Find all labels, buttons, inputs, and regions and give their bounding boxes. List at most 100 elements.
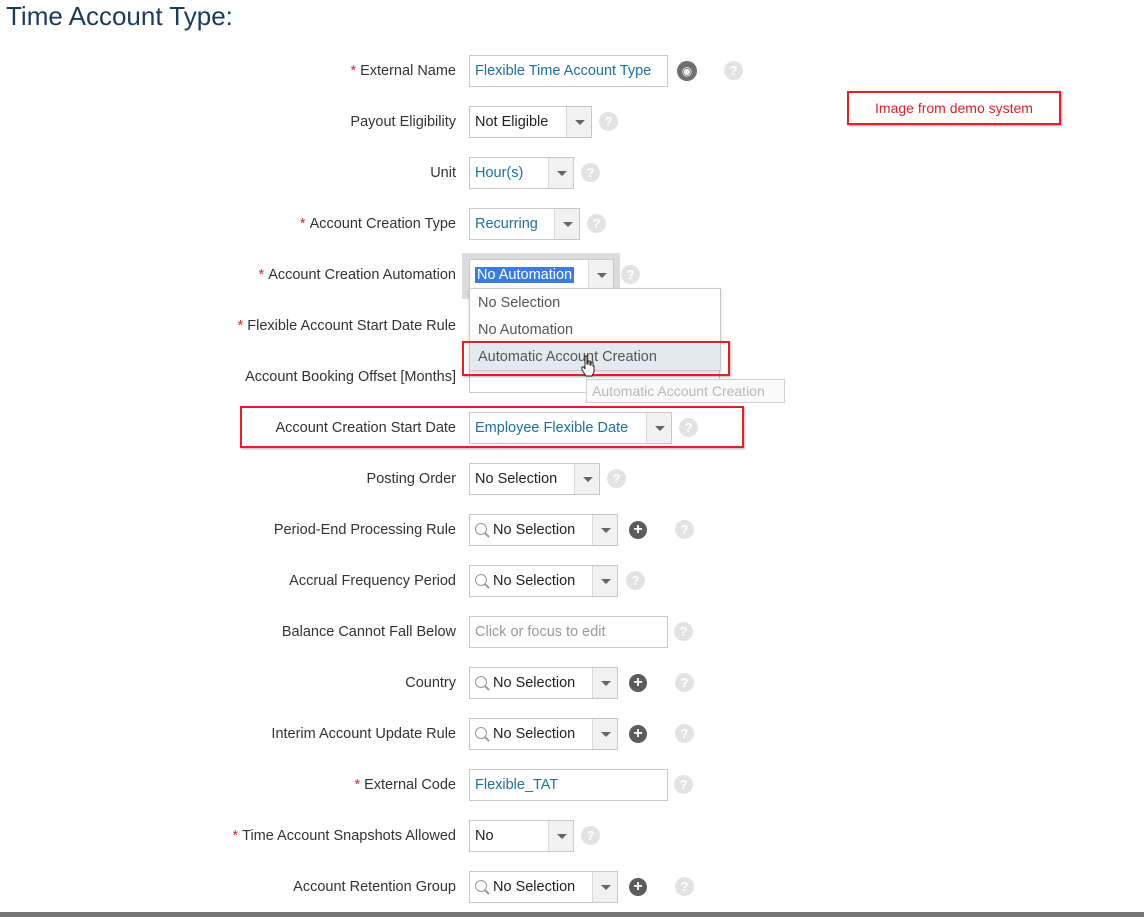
row-account-creation-type: * Account Creation Type Recurring ? xyxy=(0,208,1144,242)
help-icon[interactable]: ? xyxy=(581,163,600,182)
interim-account-update-rule-label: Interim Account Update Rule xyxy=(271,726,456,742)
required-marker: * xyxy=(350,63,357,79)
account-creation-type-select[interactable]: Recurring xyxy=(469,208,580,240)
required-marker: * xyxy=(299,216,306,232)
search-icon xyxy=(475,523,487,535)
search-icon xyxy=(475,574,487,586)
unit-select[interactable]: Hour(s) xyxy=(469,157,574,189)
add-icon[interactable]: + xyxy=(629,878,647,896)
chevron-down-icon[interactable] xyxy=(554,209,579,239)
unit-value: Hour(s) xyxy=(475,165,524,181)
row-unit: Unit Hour(s) ? xyxy=(0,157,1144,191)
flexible-account-start-date-rule-label: * Flexible Account Start Date Rule xyxy=(237,318,456,334)
payout-eligibility-value: Not Eligible xyxy=(475,114,549,130)
accrual-frequency-period-value: No Selection xyxy=(493,573,576,589)
help-icon[interactable]: ? xyxy=(675,520,694,539)
add-icon[interactable]: + xyxy=(629,674,647,692)
country-label: Country xyxy=(405,675,456,691)
interim-account-update-rule-value: No Selection xyxy=(493,726,576,742)
payout-eligibility-label: Payout Eligibility xyxy=(350,114,456,130)
search-icon xyxy=(475,880,487,892)
country-value: No Selection xyxy=(493,675,576,691)
page-title: Time Account Type: xyxy=(6,1,233,31)
account-retention-group-select[interactable]: No Selection xyxy=(469,871,618,903)
add-icon[interactable]: + xyxy=(629,521,647,539)
bottom-scrollbar[interactable] xyxy=(0,912,1144,917)
hand-cursor-icon xyxy=(581,355,595,377)
help-icon[interactable]: ? xyxy=(599,112,618,131)
highlight-box-option xyxy=(462,341,730,376)
external-code-label: * External Code xyxy=(354,777,456,793)
row-balance-cannot-fall-below: Balance Cannot Fall Below Click or focus… xyxy=(0,616,1144,650)
help-icon[interactable]: ? xyxy=(621,265,640,284)
help-icon[interactable]: ? xyxy=(675,724,694,743)
dropdown-option-no-automation[interactable]: No Automation xyxy=(470,317,720,343)
required-marker: * xyxy=(237,318,244,334)
dropdown-option-no-selection[interactable]: No Selection xyxy=(470,290,720,316)
help-icon[interactable]: ? xyxy=(675,877,694,896)
row-external-name: * External Name Flexible Time Account Typ… xyxy=(0,55,1144,89)
time-account-snapshots-allowed-select[interactable]: No xyxy=(469,820,574,852)
chevron-down-icon[interactable] xyxy=(592,719,617,749)
help-icon[interactable]: ? xyxy=(724,61,743,80)
help-icon[interactable]: ? xyxy=(675,673,694,692)
search-icon xyxy=(475,676,487,688)
row-country: Country No Selection + ? xyxy=(0,667,1144,701)
row-period-end-processing-rule: Period-End Processing Rule No Selection … xyxy=(0,514,1144,548)
chevron-down-icon[interactable] xyxy=(592,668,617,698)
chevron-down-icon[interactable] xyxy=(548,158,573,188)
account-creation-type-value: Recurring xyxy=(475,216,538,232)
required-marker: * xyxy=(232,828,239,844)
tooltip: Automatic Account Creation xyxy=(586,379,785,403)
posting-order-select[interactable]: No Selection xyxy=(469,463,600,495)
help-icon[interactable]: ? xyxy=(674,622,693,641)
row-posting-order: Posting Order No Selection ? xyxy=(0,463,1144,497)
account-booking-offset-label: Account Booking Offset [Months] xyxy=(245,369,456,385)
search-icon xyxy=(475,727,487,739)
chevron-down-icon[interactable] xyxy=(592,515,617,545)
posting-order-value: No Selection xyxy=(475,471,558,487)
help-icon[interactable]: ? xyxy=(626,571,645,590)
row-interim-account-update-rule: Interim Account Update Rule No Selection… xyxy=(0,718,1144,752)
help-icon[interactable]: ? xyxy=(607,469,626,488)
time-account-snapshots-allowed-label: * Time Account Snapshots Allowed xyxy=(232,828,456,844)
payout-eligibility-select[interactable]: Not Eligible xyxy=(469,106,592,138)
country-select[interactable]: No Selection xyxy=(469,667,618,699)
account-retention-group-value: No Selection xyxy=(493,879,576,895)
help-icon[interactable]: ? xyxy=(581,826,600,845)
help-icon[interactable]: ? xyxy=(587,214,606,233)
time-account-snapshots-allowed-value: No xyxy=(475,828,494,844)
row-accrual-frequency-period: Accrual Frequency Period No Selection ? xyxy=(0,565,1144,599)
account-retention-group-label: Account Retention Group xyxy=(293,879,456,895)
row-external-code: * External Code Flexible_TAT ? xyxy=(0,769,1144,803)
balance-cannot-fall-below-input[interactable]: Click or focus to edit xyxy=(469,616,668,648)
required-marker: * xyxy=(354,777,361,793)
chevron-down-icon[interactable] xyxy=(592,872,617,902)
row-payout-eligibility: Payout Eligibility Not Eligible ? xyxy=(0,106,1144,140)
unit-label: Unit xyxy=(430,165,456,181)
chevron-down-icon[interactable] xyxy=(588,260,613,290)
chevron-down-icon[interactable] xyxy=(574,464,599,494)
interim-account-update-rule-select[interactable]: No Selection xyxy=(469,718,618,750)
required-marker: * xyxy=(258,267,265,283)
period-end-processing-rule-value: No Selection xyxy=(493,522,576,538)
period-end-processing-rule-label: Period-End Processing Rule xyxy=(273,522,456,538)
external-code-input[interactable]: Flexible_TAT xyxy=(469,769,668,801)
chevron-down-icon[interactable] xyxy=(592,566,617,596)
add-icon[interactable]: + xyxy=(629,725,647,743)
account-creation-automation-select[interactable]: No Automation xyxy=(469,259,614,291)
period-end-processing-rule-select[interactable]: No Selection xyxy=(469,514,618,546)
accrual-frequency-period-label: Accrual Frequency Period xyxy=(289,573,456,589)
row-time-account-snapshots-allowed: * Time Account Snapshots Allowed No ? xyxy=(0,820,1144,854)
balance-cannot-fall-below-label: Balance Cannot Fall Below xyxy=(281,624,456,640)
posting-order-label: Posting Order xyxy=(366,471,456,487)
external-name-input[interactable]: Flexible Time Account Type xyxy=(469,55,668,87)
accrual-frequency-period-select[interactable]: No Selection xyxy=(469,565,618,597)
globe-icon[interactable]: ◉ xyxy=(677,61,697,81)
account-creation-automation-label: * Account Creation Automation xyxy=(258,267,456,283)
chevron-down-icon[interactable] xyxy=(566,107,591,137)
account-creation-type-label: * Account Creation Type xyxy=(299,216,456,232)
row-account-retention-group: Account Retention Group No Selection + ? xyxy=(0,871,1144,905)
help-icon[interactable]: ? xyxy=(674,775,693,794)
chevron-down-icon[interactable] xyxy=(548,821,573,851)
